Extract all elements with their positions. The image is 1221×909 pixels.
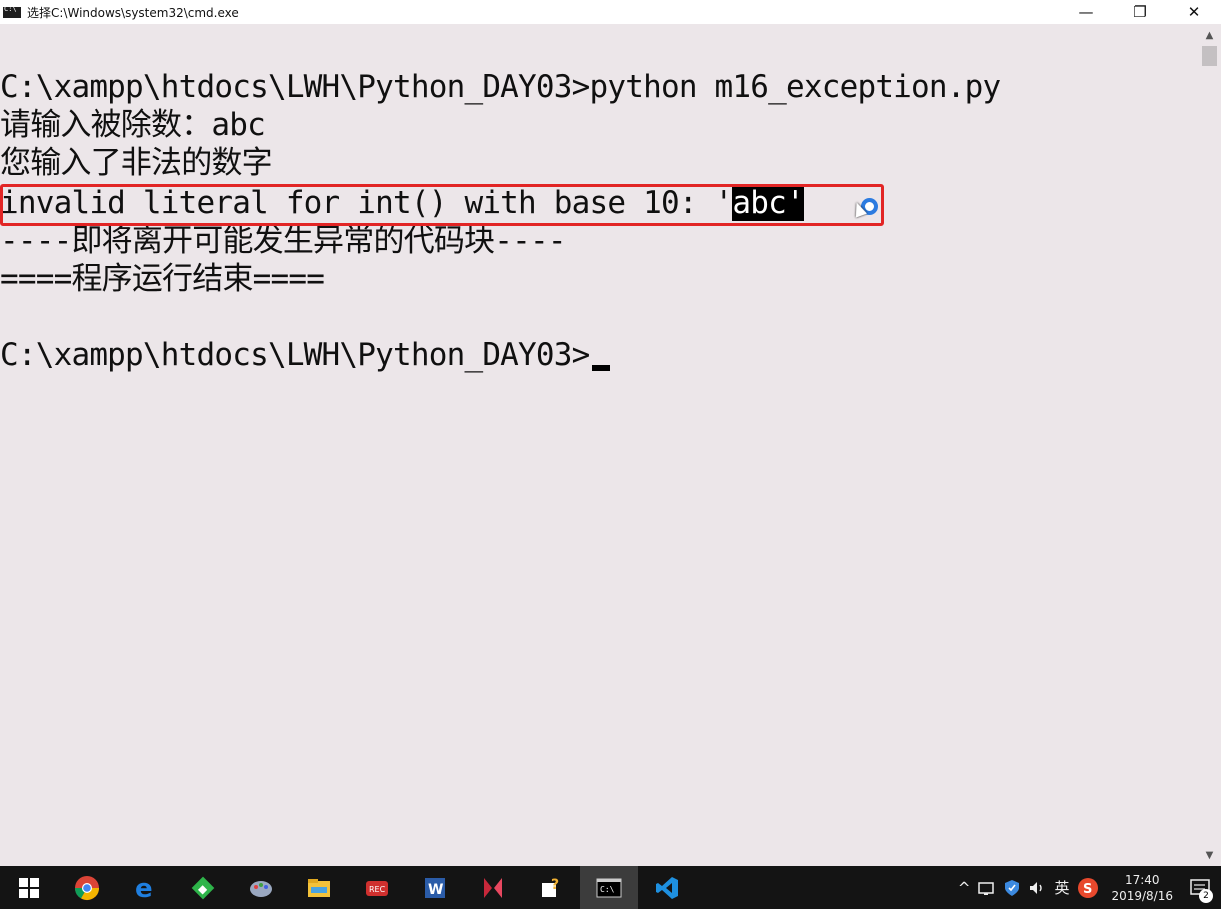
title-bar[interactable]: 选择C:\Windows\system32\cmd.exe — ❐ ✕ [0,0,1221,24]
taskbar-chrome[interactable] [58,866,116,909]
media-icon [484,877,502,898]
red-highlight-box [0,184,884,226]
taskbar-git[interactable]: ◆ [174,866,232,909]
prompt-text: C:\xampp\htdocs\LWH\Python_DAY03> [0,337,590,373]
scroll-down-arrow-icon[interactable]: ▼ [1198,846,1221,864]
svg-text:◆: ◆ [198,882,208,896]
taskbar-edge[interactable]: e [116,866,174,909]
minimize-button[interactable]: — [1059,0,1113,24]
sogou-icon[interactable]: S [1073,866,1103,909]
console-line-input: 请输入被除数：abc [0,107,266,143]
shield-icon[interactable] [1000,866,1024,909]
scroll-thumb[interactable] [1202,46,1217,66]
taskbar-media[interactable] [464,866,522,909]
window-controls: — ❐ ✕ [1059,0,1221,24]
system-tray: ^ 英 S 17:40 2019/8/16 2 [954,866,1221,909]
cmd-app-icon[interactable] [3,5,21,18]
svg-text:W: W [428,882,443,898]
recorder-icon: REC [366,880,388,896]
cmd-icon: C:\ [596,878,622,897]
svg-text:C:\: C:\ [600,885,615,894]
taskbar-recorder[interactable]: REC [348,866,406,909]
network-icon[interactable] [974,866,1000,909]
ime-indicator[interactable]: 英 [1050,866,1073,909]
svg-text:e: e [135,875,153,901]
console-line-error-msg: 您输入了非法的数字 [0,145,273,181]
edge-icon: e [135,875,153,901]
console-line-command: C:\xampp\htdocs\LWH\Python_DAY03>python … [0,69,1001,105]
clock[interactable]: 17:40 2019/8/16 [1103,872,1181,904]
close-button[interactable]: ✕ [1167,0,1221,24]
console-output[interactable]: C:\xampp\htdocs\LWH\Python_DAY03>python … [0,24,1198,866]
paint-icon [250,880,272,897]
scroll-up-arrow-icon[interactable]: ▲ [1198,26,1221,44]
svg-text:REC: REC [369,885,386,894]
console-line-end: ====程序运行结束==== [0,261,325,297]
svg-text:S: S [1083,882,1092,897]
clock-time: 17:40 [1124,872,1160,887]
action-center-button[interactable]: 2 [1181,866,1221,909]
text-cursor [591,365,610,371]
start-button[interactable] [0,866,58,909]
tray-overflow-chevron-icon[interactable]: ^ [954,866,975,909]
notification-count-badge: 2 [1199,889,1213,903]
taskbar-file-explorer[interactable] [290,866,348,909]
svg-text:?: ? [551,877,559,893]
vscode-icon [656,876,678,899]
taskbar-word[interactable]: W [406,866,464,909]
console-line-prompt[interactable]: C:\xampp\htdocs\LWH\Python_DAY03> [0,336,610,374]
help-icon: ? [542,877,559,897]
windows-logo-icon [19,877,39,898]
git-icon: ◆ [191,876,215,899]
clock-date: 2019/8/16 [1111,888,1173,903]
volume-icon[interactable] [1024,866,1050,909]
restore-button[interactable]: ❐ [1113,0,1167,24]
taskbar: e ◆ REC W ? C:\ ^ 英 S 17:40 2019/8/16 2 [0,866,1221,909]
window-title: 选择C:\Windows\system32\cmd.exe [27,5,239,20]
file-explorer-icon [308,878,330,897]
chrome-icon [75,875,99,900]
word-icon: W [425,877,445,898]
taskbar-cmd[interactable]: C:\ [580,866,638,909]
vertical-scrollbar[interactable]: ▲ ▼ [1198,24,1221,866]
console-line-finally: ----即将离开可能发生异常的代码块---- [0,223,567,259]
taskbar-paint[interactable] [232,866,290,909]
cmd-window: 选择C:\Windows\system32\cmd.exe — ❐ ✕ C:\x… [0,0,1221,866]
taskbar-vscode[interactable] [638,866,696,909]
taskbar-help[interactable]: ? [522,866,580,909]
